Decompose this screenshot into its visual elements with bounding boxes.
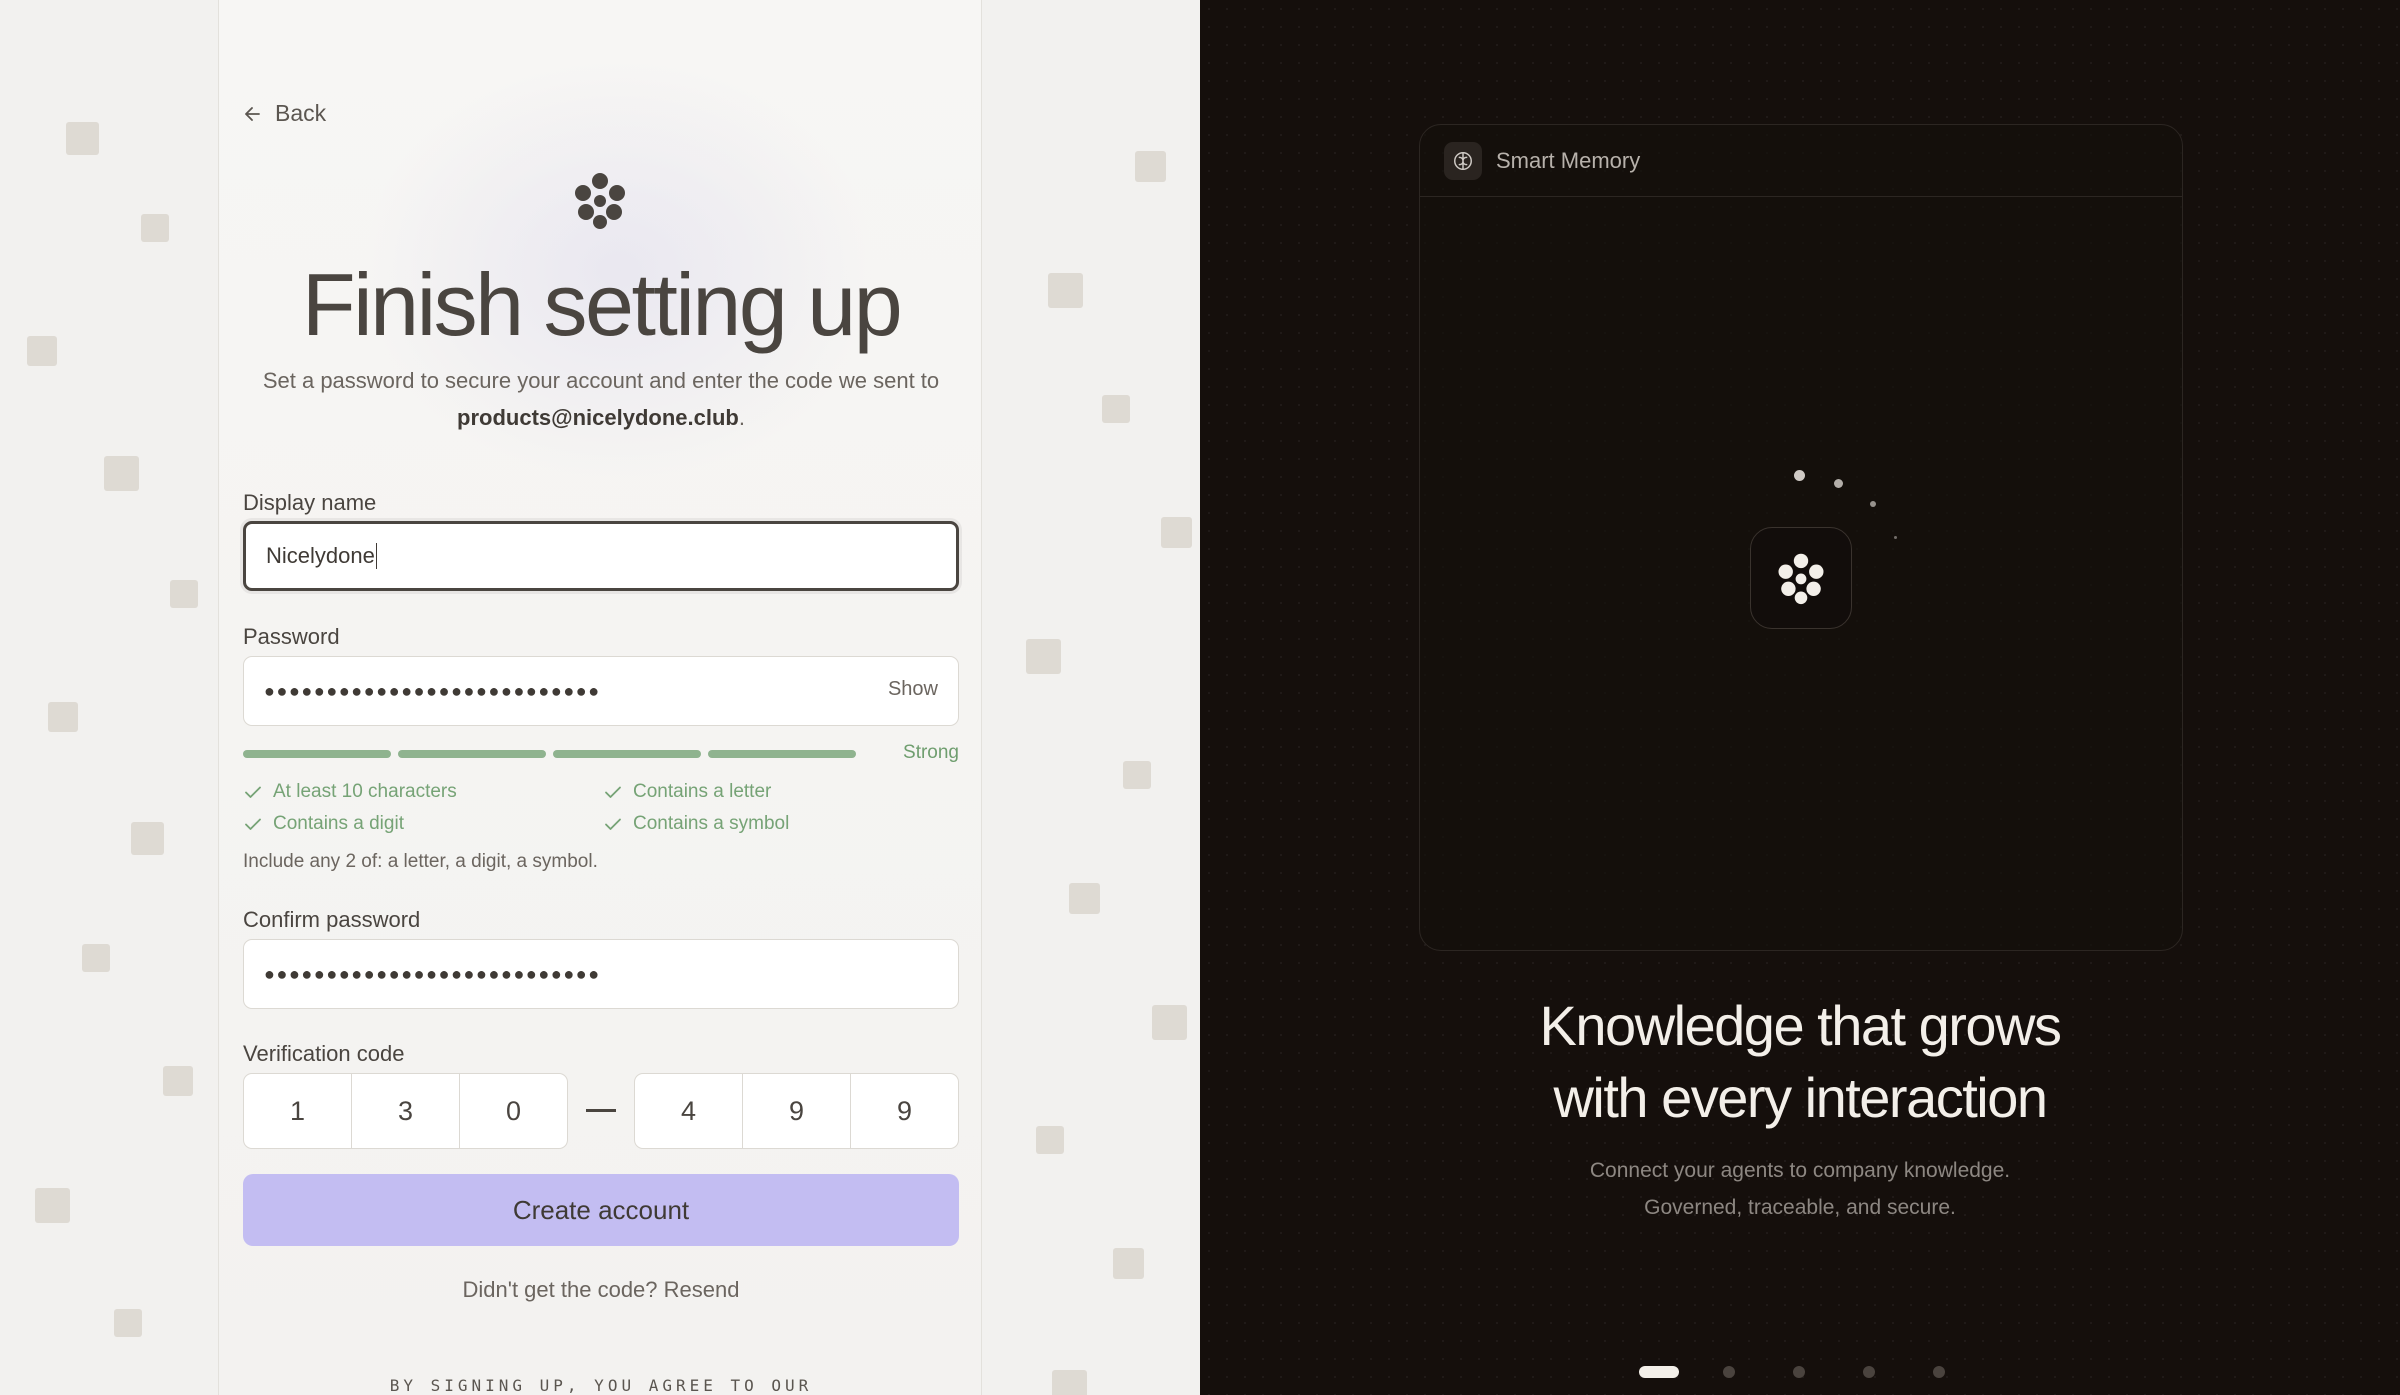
- resend-link[interactable]: Didn't get the code? Resend: [219, 1277, 983, 1303]
- brain-icon: [1444, 141, 1482, 180]
- subtitle-period: .: [738, 405, 745, 430]
- code-group-second: 4 9 9: [634, 1073, 959, 1149]
- check-icon: [605, 818, 621, 830]
- signup-card: Back Finish setting up Set a password to…: [218, 0, 982, 1395]
- show-password-button[interactable]: Show: [888, 678, 938, 701]
- decor-square: [1161, 517, 1192, 548]
- password-strength-meter: Strong: [243, 742, 959, 763]
- requirement-item: Contains a letter: [603, 781, 771, 803]
- decor-square: [1048, 273, 1083, 308]
- carousel-dot-active[interactable]: [1639, 1366, 1679, 1378]
- check-icon: [245, 786, 261, 798]
- decor-square: [1113, 1248, 1144, 1279]
- strength-segment: [398, 750, 546, 758]
- arrow-left-icon: [245, 106, 260, 121]
- decor-square: [1036, 1126, 1064, 1154]
- description-line: Connect your agents to company knowledge…: [1589, 1159, 2011, 1182]
- code-digit-input[interactable]: 3: [352, 1074, 460, 1148]
- headline-line: Knowledge that grows: [1539, 994, 2062, 1057]
- requirement-text: At least 10 characters: [273, 781, 457, 802]
- password-hint: Include any 2 of: a letter, a digit, a s…: [243, 851, 598, 872]
- password-label: Password: [243, 624, 340, 649]
- requirement-text: Contains a letter: [633, 781, 772, 802]
- code-digit-input[interactable]: 9: [851, 1074, 958, 1148]
- page-title: Finish setting up: [301, 255, 903, 354]
- requirement-text: Contains a digit: [273, 813, 404, 834]
- description-line: Governed, traceable, and secure.: [1644, 1196, 1956, 1219]
- decor-square: [1052, 1370, 1087, 1395]
- decor-square: [1102, 395, 1130, 423]
- decor-square: [1135, 151, 1166, 182]
- confirm-password-masked-value: ●●●●●●●●●●●●●●●●●●●●●●●●●●●: [264, 963, 601, 984]
- check-icon: [605, 786, 621, 798]
- signup-pane: Back Finish setting up Set a password to…: [0, 0, 1200, 1395]
- carousel-dot[interactable]: [1793, 1366, 1805, 1378]
- feature-card-title: Smart Memory: [1496, 147, 1641, 173]
- decor-square: [141, 214, 169, 242]
- decor-square: [170, 580, 198, 608]
- carousel-dot[interactable]: [1933, 1366, 1945, 1378]
- requirement-text: Contains a symbol: [633, 813, 790, 834]
- confirm-password-input[interactable]: ●●●●●●●●●●●●●●●●●●●●●●●●●●●: [243, 939, 959, 1009]
- display-name-label: Display name: [243, 490, 377, 515]
- password-masked-value: ●●●●●●●●●●●●●●●●●●●●●●●●●●●: [264, 680, 601, 701]
- decor-square: [1152, 1005, 1187, 1040]
- showcase-description: Connect your agents to company knowledge…: [1200, 1152, 2400, 1226]
- subtitle-text: Set a password to secure your account an…: [262, 368, 940, 393]
- subtitle-email: products@nicelydone.club: [457, 405, 739, 430]
- decor-square: [1123, 761, 1151, 789]
- spark-dot: [1894, 536, 1897, 539]
- display-name-value: Nicelydone: [266, 543, 375, 568]
- code-digit-input[interactable]: 4: [635, 1074, 743, 1148]
- check-icon: [245, 818, 261, 830]
- spark-dot: [1870, 501, 1876, 507]
- decor-square: [131, 822, 164, 855]
- create-account-button[interactable]: Create account: [243, 1174, 959, 1246]
- strength-segment: [243, 750, 391, 758]
- page-subtitle: Set a password to secure your account an…: [219, 362, 983, 436]
- display-name-input[interactable]: Nicelydone: [243, 521, 959, 591]
- code-digit-input[interactable]: 1: [244, 1074, 352, 1148]
- headline-line: with every interaction: [1553, 1066, 2048, 1129]
- decor-square: [1069, 883, 1100, 914]
- brand-badge: [1750, 527, 1852, 629]
- code-group-first: 1 3 0: [243, 1073, 568, 1149]
- code-separator: [586, 1109, 616, 1112]
- strength-label: Strong: [903, 742, 959, 763]
- decor-square: [27, 336, 57, 366]
- code-digit-input[interactable]: 9: [743, 1074, 851, 1148]
- decor-square: [114, 1309, 142, 1337]
- spark-dot: [1834, 479, 1843, 488]
- resend-text[interactable]: Didn't get the code? Resend: [463, 1277, 740, 1302]
- back-button[interactable]: Back: [243, 100, 326, 127]
- carousel-dot[interactable]: [1863, 1366, 1875, 1378]
- terms-text: BY SIGNING UP, YOU AGREE TO OUR: [389, 1376, 813, 1395]
- decor-square: [82, 944, 110, 972]
- verification-code-label: Verification code: [243, 1041, 405, 1066]
- password-input[interactable]: ●●●●●●●●●●●●●●●●●●●●●●●●●●● Show: [243, 656, 959, 726]
- requirement-item: Contains a digit: [243, 813, 404, 835]
- decor-square: [66, 122, 99, 155]
- decor-square: [1026, 639, 1061, 674]
- feature-card-header: Smart Memory: [1420, 125, 2182, 197]
- strength-segment: [553, 750, 701, 758]
- back-label: Back: [275, 100, 327, 126]
- showcase-headline: Knowledge that grows with every interact…: [1200, 990, 2400, 1134]
- spark-dot: [1794, 470, 1805, 481]
- code-digit-input[interactable]: 0: [460, 1074, 567, 1148]
- verification-code-input: 1 3 0 4 9 9: [243, 1073, 959, 1149]
- confirm-password-label: Confirm password: [243, 907, 421, 932]
- requirement-item: At least 10 characters: [243, 781, 457, 803]
- requirement-item: Contains a symbol: [603, 813, 789, 835]
- text-caret: [375, 543, 378, 569]
- decor-square: [104, 456, 139, 491]
- carousel-dot[interactable]: [1723, 1366, 1735, 1378]
- decor-square: [35, 1188, 70, 1223]
- decor-square: [163, 1066, 193, 1096]
- decor-square: [48, 702, 78, 732]
- brand-logo-icon: [1778, 553, 1824, 605]
- brand-logo-icon: [575, 173, 625, 229]
- strength-segment: [708, 750, 856, 758]
